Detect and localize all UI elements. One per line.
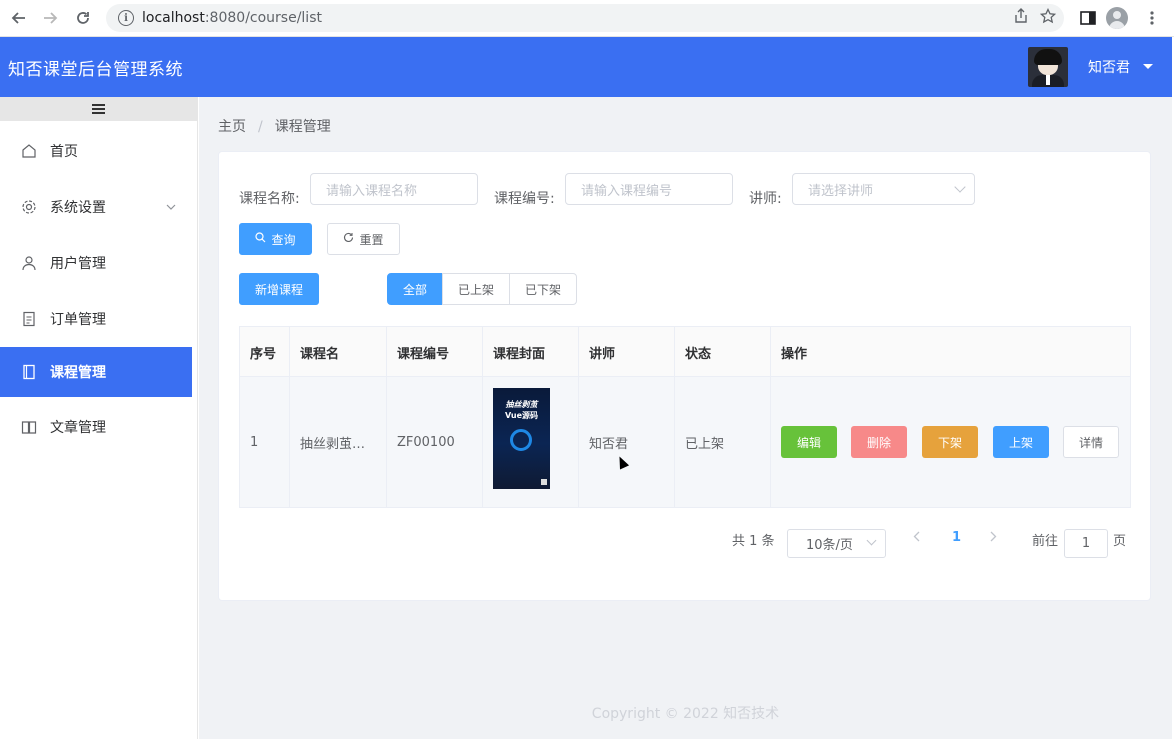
search-button[interactable]: 查询: [239, 223, 312, 255]
sidebar-item-label: 系统设置: [50, 200, 106, 216]
document-icon: [20, 310, 38, 328]
side-panel-icon[interactable]: [1076, 6, 1100, 30]
book-icon: [20, 418, 38, 436]
notebook-icon: [20, 363, 38, 381]
browser-toolbar: i localhost:8080/course/list: [0, 0, 1174, 37]
sidebar-item-label: 课程管理: [50, 365, 106, 381]
sidebar-item-home[interactable]: 首页: [0, 126, 192, 176]
menu-fold-icon[interactable]: [92, 104, 105, 114]
sidebar-item-articles[interactable]: 文章管理: [0, 402, 192, 452]
teacher-select[interactable]: 请选择讲师: [792, 173, 975, 205]
column-header: 序号: [240, 327, 290, 377]
cell-course-name: 抽丝剥茧…: [290, 377, 387, 507]
column-header: 课程封面: [483, 327, 579, 377]
sidebar-item-settings[interactable]: 系统设置: [0, 182, 192, 232]
info-icon[interactable]: i: [118, 10, 134, 26]
main-content: 主页 / 课程管理 课程名称: 请输入课程名称 课程编号: 请输入课程编号 讲师: …: [199, 97, 1172, 739]
cell-teacher: 知否君: [579, 377, 675, 507]
course-cover-image[interactable]: 抽丝剥茧 Vue源码: [493, 388, 550, 489]
tab-on-shelf[interactable]: 已上架: [442, 273, 511, 305]
home-icon: [20, 142, 38, 160]
chevron-down-icon: [166, 200, 176, 213]
search-icon: [255, 232, 266, 246]
back-icon[interactable]: [6, 5, 32, 31]
column-header: 操作: [781, 346, 808, 362]
reset-button[interactable]: 重置: [327, 223, 400, 255]
app-header: 知否课堂后台管理系统 知否君: [0, 37, 1172, 97]
url-text: localhost:8080/course/list: [142, 10, 322, 26]
tab-all[interactable]: 全部: [387, 273, 444, 305]
course-code-label: 课程编号:: [494, 191, 555, 207]
page-size-select[interactable]: 10条/页: [787, 529, 886, 558]
user-avatar[interactable]: [1028, 47, 1068, 87]
course-name-label: 课程名称:: [239, 191, 300, 207]
app-title: 知否课堂后台管理系统: [8, 59, 183, 80]
take-down-button[interactable]: 下架: [922, 426, 978, 458]
column-header: 课程名: [290, 327, 387, 377]
cell-course-code: ZF00100: [387, 377, 483, 507]
cell-status: 已上架: [675, 377, 771, 507]
sidebar-item-label: 首页: [50, 144, 78, 160]
share-icon[interactable]: [1014, 8, 1028, 28]
column-header: 课程编号: [387, 327, 483, 377]
edit-button[interactable]: 编辑: [781, 426, 837, 458]
table-row[interactable]: 1 抽丝剥茧… ZF00100 抽丝剥茧 Vue源码 知否君 已上架 编辑 删除…: [240, 377, 1130, 507]
gear-icon: [20, 198, 38, 216]
refresh-icon: [343, 232, 354, 246]
footer-copyright: Copyright © 2022 知否技术: [591, 706, 780, 722]
breadcrumb-separator: /: [258, 119, 263, 135]
course-table: 序号 课程名 课程编号 课程封面 讲师 状态 操作 1 抽丝剥茧… ZF0010…: [239, 326, 1131, 508]
sidebar-item-label: 用户管理: [50, 256, 106, 272]
course-code-input[interactable]: 请输入课程编号: [565, 173, 733, 205]
page-suffix: 页: [1113, 534, 1127, 549]
reload-icon[interactable]: [70, 5, 96, 31]
cell-index: 1: [240, 377, 290, 507]
goto-page-input[interactable]: 1: [1064, 529, 1108, 558]
caret-down-icon[interactable]: [1143, 64, 1153, 69]
breadcrumb-home[interactable]: 主页: [218, 119, 246, 135]
breadcrumb-current: 课程管理: [274, 119, 331, 135]
bookmark-star-icon[interactable]: [1039, 7, 1057, 28]
prev-page-icon[interactable]: [913, 531, 920, 546]
sidebar-item-orders[interactable]: 订单管理: [0, 294, 192, 344]
goto-label: 前往: [1032, 534, 1059, 549]
table-header: 序号 课程名 课程编号 课程封面 讲师 状态 操作: [240, 327, 1130, 377]
forward-icon[interactable]: [37, 5, 63, 31]
address-bar[interactable]: i localhost:8080/course/list: [106, 4, 1064, 32]
sidebar-item-users[interactable]: 用户管理: [0, 238, 192, 288]
user-name[interactable]: 知否君: [1088, 57, 1130, 77]
user-icon: [20, 254, 38, 272]
sidebar: 首页 系统设置 用户管理 订单管理 课程管理 文章管理: [0, 97, 198, 739]
put-on-button[interactable]: 上架: [993, 426, 1049, 458]
add-course-button[interactable]: 新增课程: [239, 273, 319, 305]
course-name-input[interactable]: 请输入课程名称: [310, 173, 478, 205]
status-filter-tabs: 全部 已上架 已下架: [387, 273, 578, 305]
column-header: 状态: [675, 327, 771, 377]
course-card: 课程名称: 请输入课程名称 课程编号: 请输入课程编号 讲师: 请选择讲师 查询…: [218, 151, 1151, 601]
sidebar-item-label: 订单管理: [50, 312, 106, 328]
breadcrumb: 主页 / 课程管理: [218, 116, 331, 136]
chevron-down-icon: [866, 535, 877, 546]
teacher-label: 讲师:: [749, 191, 782, 207]
tab-off-shelf[interactable]: 已下架: [509, 273, 578, 305]
sidebar-item-courses[interactable]: 课程管理: [0, 347, 192, 397]
delete-button[interactable]: 删除: [851, 426, 907, 458]
profile-avatar-icon[interactable]: [1106, 7, 1128, 29]
page-number-current[interactable]: 1: [952, 530, 961, 545]
chevron-down-icon: [954, 181, 966, 193]
pagination-total: 共 1 条: [732, 534, 775, 549]
sidebar-item-label: 文章管理: [50, 420, 106, 436]
next-page-icon[interactable]: [990, 531, 997, 546]
more-menu-icon[interactable]: [1140, 6, 1164, 30]
detail-button[interactable]: 详情: [1063, 426, 1119, 458]
column-header: 讲师: [579, 327, 675, 377]
collapse-toggle[interactable]: [0, 97, 197, 121]
